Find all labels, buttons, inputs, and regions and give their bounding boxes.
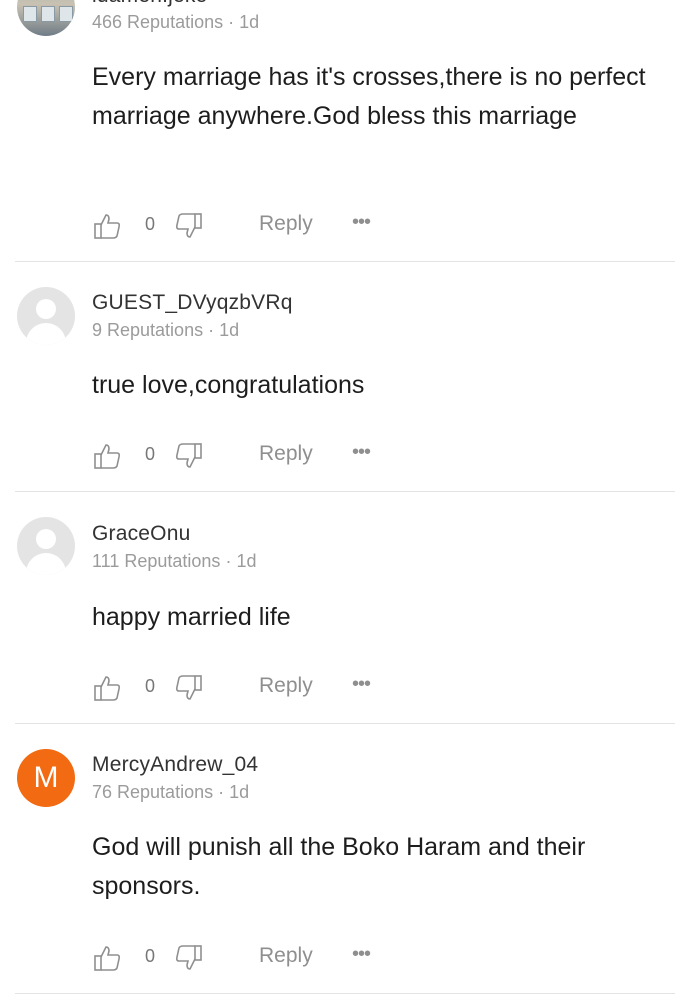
more-options-button[interactable]: ••• <box>352 211 371 234</box>
meta-separator: · <box>213 782 230 802</box>
comment-text: happy married life <box>92 603 291 631</box>
comment-text: God will punish all the Boko Haram and t… <box>92 833 586 900</box>
more-options-button[interactable]: ••• <box>352 943 371 966</box>
reputation-count: 466 Reputations <box>92 12 224 32</box>
comment-time: 1d <box>219 320 240 340</box>
comment-actions: 0 Reply ••• <box>92 211 392 241</box>
comment-actions: 0 Reply ••• <box>92 673 392 703</box>
reputation-count: 76 Reputations <box>92 782 214 802</box>
like-count: 0 <box>145 214 156 234</box>
more-options-button[interactable]: ••• <box>352 441 371 464</box>
comment-text: true love,congratulations <box>92 371 365 399</box>
meta-separator: · <box>220 551 237 571</box>
comment-actions: 0 Reply ••• <box>92 943 392 973</box>
comment-meta: 466 Reputations · 1d <box>92 12 259 33</box>
comment-item: GraceOnu 111 Reputations · 1d happy marr… <box>15 492 675 724</box>
comment-time: 1d <box>236 551 257 571</box>
user-avatar[interactable]: M <box>17 749 75 807</box>
reply-button[interactable]: Reply <box>259 674 313 698</box>
comment-meta: 9 Reputations · 1d <box>92 320 239 341</box>
thumbs-up-icon[interactable] <box>92 211 122 241</box>
thumbs-up-icon[interactable] <box>92 673 122 703</box>
reputation-count: 9 Reputations <box>92 320 204 340</box>
comment-item: idamen.jeke 466 Reputations · 1d Every m… <box>15 0 675 262</box>
comment-username[interactable]: GUEST_DVyqzbVRq <box>92 291 293 315</box>
comment-actions: 0 Reply ••• <box>92 441 392 471</box>
comment-text: Every marriage has it's crosses,there is… <box>92 63 646 130</box>
comment-item: M MercyAndrew_04 76 Reputations · 1d God… <box>15 724 675 994</box>
comment-time: 1d <box>229 782 250 802</box>
comment-meta: 111 Reputations · 1d <box>92 551 256 572</box>
comment-item: GUEST_DVyqzbVRq 9 Reputations · 1d true … <box>15 262 675 492</box>
reply-button[interactable]: Reply <box>259 212 313 236</box>
like-count: 0 <box>145 946 156 966</box>
comment-username[interactable]: MercyAndrew_04 <box>92 753 258 777</box>
thumbs-up-icon[interactable] <box>92 441 122 471</box>
thumbs-down-icon[interactable] <box>174 943 204 973</box>
comment-meta: 76 Reputations · 1d <box>92 782 249 803</box>
comment-username[interactable]: idamen.jeke <box>92 0 207 8</box>
user-avatar[interactable] <box>17 0 75 36</box>
reply-button[interactable]: Reply <box>259 442 313 466</box>
user-avatar[interactable] <box>17 517 75 575</box>
thumbs-down-icon[interactable] <box>174 441 204 471</box>
more-options-button[interactable]: ••• <box>352 673 371 696</box>
thumbs-down-icon[interactable] <box>174 673 204 703</box>
meta-separator: · <box>223 12 240 32</box>
user-avatar[interactable] <box>17 287 75 345</box>
meta-separator: · <box>203 320 220 340</box>
reply-button[interactable]: Reply <box>259 944 313 968</box>
comment-time: 1d <box>239 12 260 32</box>
comment-feed: idamen.jeke 466 Reputations · 1d Every m… <box>0 0 690 1001</box>
like-count: 0 <box>145 444 156 464</box>
thumbs-down-icon[interactable] <box>174 211 204 241</box>
reputation-count: 111 Reputations <box>92 551 221 571</box>
thumbs-up-icon[interactable] <box>92 943 122 973</box>
comment-username[interactable]: GraceOnu <box>92 522 190 546</box>
like-count: 0 <box>145 676 156 696</box>
